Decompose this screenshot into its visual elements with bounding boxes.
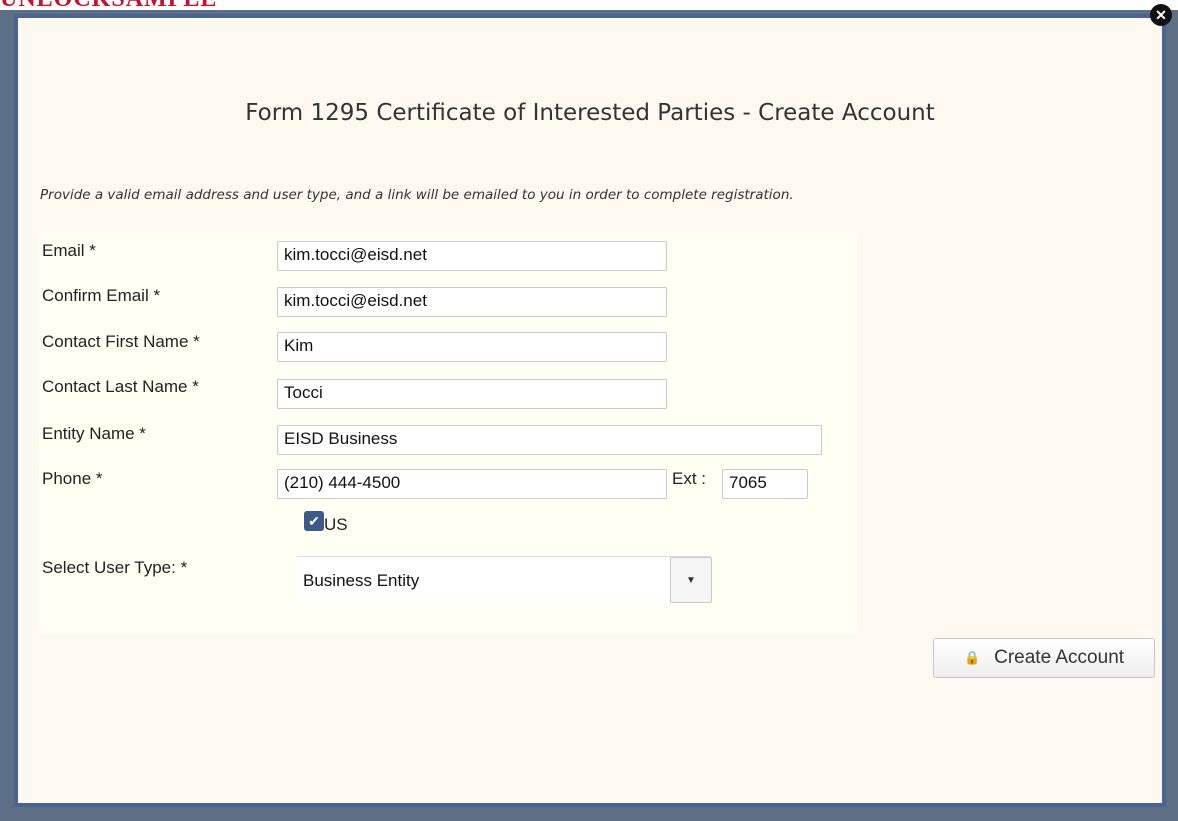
us-checkbox-label: US	[324, 515, 348, 534]
user-type-select[interactable]: Business Entity ▼	[297, 556, 712, 603]
lock-icon: 🔒	[963, 650, 981, 665]
email-label: Email *	[42, 241, 96, 260]
confirm-email-label: Confirm Email *	[42, 286, 161, 305]
instructions-text: Provide a valid email address and user t…	[40, 187, 794, 203]
chevron-down-icon[interactable]: ▼	[670, 557, 712, 603]
ext-field[interactable]: 7065	[722, 469, 808, 499]
user-type-label: Select User Type: *	[42, 558, 188, 577]
close-icon[interactable]: ✕	[1150, 4, 1172, 26]
create-account-dialog: ✕ Form 1295 Certificate of Interested Pa…	[14, 4, 1172, 807]
watermark-text: UNLOCKSAMPLE	[0, 0, 217, 10]
confirm-email-field[interactable]: kim.tocci@eisd.net	[277, 287, 667, 317]
phone-field[interactable]: (210) 444-4500	[277, 469, 667, 499]
user-type-value: Business Entity	[303, 571, 420, 590]
dialog-title: Form 1295 Certificate of Interested Part…	[245, 100, 935, 126]
phone-label: Phone *	[42, 469, 103, 488]
email-field[interactable]: kim.tocci@eisd.net	[277, 241, 667, 271]
last-name-label: Contact Last Name *	[42, 377, 199, 396]
entity-name-field[interactable]: EISD Business	[277, 425, 822, 455]
last-name-field[interactable]: Tocci	[277, 379, 667, 409]
entity-name-label: Entity Name *	[42, 424, 146, 443]
create-account-button[interactable]: 🔒 Create Account	[933, 638, 1155, 678]
first-name-field[interactable]: Kim	[277, 332, 667, 362]
check-icon: ✔	[308, 512, 320, 529]
us-checkbox[interactable]: ✔	[304, 511, 324, 531]
ext-label: Ext :	[672, 469, 707, 488]
create-account-label: Create Account	[994, 647, 1125, 668]
first-name-label: Contact First Name *	[42, 332, 200, 351]
